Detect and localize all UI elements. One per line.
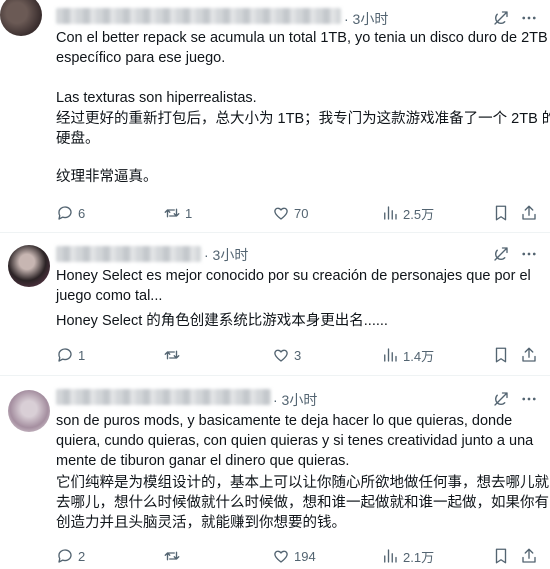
action-bar: 6 1 70 2.5万 (56, 203, 544, 223)
reply-count: 1 (78, 347, 86, 363)
repost-icon (164, 350, 180, 360)
text-line: 经过更好的重新打包后，总大小为 1TB；我专门为这款游戏准备了一个 2TB 的 (56, 111, 550, 127)
like-button[interactable]: 194 (272, 546, 316, 566)
text-line: Con el better repack se acumula un total… (56, 30, 548, 46)
share-button[interactable] (520, 345, 542, 365)
views-icon (384, 348, 397, 362)
avatar[interactable] (0, 0, 42, 36)
reply-icon (58, 348, 72, 362)
post-text-spanish: Con el better repack se acumula un total… (56, 28, 548, 68)
reply-button[interactable]: 1 (56, 345, 85, 365)
bookmark-button[interactable] (492, 546, 514, 566)
text-line: 它们纯粹是为模组设计的，基本上可以让你随心所欲地做任何事，想去哪儿就 (56, 475, 549, 491)
text-line: 去哪儿，想什么时候做就什么时候做，想和谁一起做就和谁一起做，如果你有 (56, 495, 549, 511)
repost-button[interactable]: 1 (163, 203, 192, 223)
post-text-spanish: Las texturas son hiperrealistas. (56, 88, 540, 108)
reply-count: 2 (78, 548, 86, 564)
text-line: 纹理非常逼真。 (56, 169, 158, 185)
reply-button[interactable]: 6 (56, 203, 85, 223)
views-button[interactable]: 2.5万 (381, 203, 434, 223)
repost-button[interactable] (163, 546, 185, 566)
avatar[interactable] (8, 390, 50, 432)
like-count: 194 (294, 548, 316, 564)
reply-icon (58, 549, 72, 563)
post-text-spanish: son de puros mods, y basicamente te deja… (56, 411, 540, 471)
blurred-username[interactable] (56, 8, 341, 24)
bookmark-icon (495, 347, 507, 363)
like-button[interactable]: 70 (272, 203, 308, 223)
text-line: son de puros mods, y basicamente te deja… (56, 413, 513, 429)
heart-icon (274, 207, 288, 220)
post-text-translation: Honey Select 的角色创建系统比游戏本身更出名...... (56, 311, 540, 331)
text-line: Las texturas son hiperrealistas. (56, 90, 257, 106)
post-time[interactable]: · 3小时 (273, 390, 317, 410)
views-icon (384, 549, 397, 563)
like-count: 70 (294, 205, 309, 221)
more-icon[interactable] (520, 245, 538, 263)
share-icon (522, 347, 536, 362)
like-count: 3 (294, 347, 302, 363)
text-line: mente de tiburon ganar el dinero que qui… (56, 453, 350, 469)
bookmark-button[interactable] (492, 345, 514, 365)
blurred-username[interactable] (56, 389, 271, 405)
blurred-username[interactable] (56, 246, 201, 262)
post[interactable]: · 3小时 son de puros mods, y basicamente t… (0, 376, 550, 569)
text-line: Honey Select es mejor conocido por su cr… (56, 268, 531, 284)
share-icon (522, 205, 536, 220)
grok-icon[interactable] (492, 9, 510, 27)
repost-count: 1 (185, 205, 193, 221)
action-bar: 2 194 2.1万 (56, 546, 544, 566)
post-text-translation: 它们纯粹是为模组设计的，基本上可以让你随心所欲地做任何事，想去哪儿就 去哪儿，想… (56, 473, 549, 533)
repost-icon (164, 208, 180, 218)
heart-icon (274, 550, 288, 563)
share-icon (522, 548, 536, 563)
heart-icon (274, 349, 288, 362)
post-text-translation: 纹理非常逼真。 (56, 167, 540, 187)
post-time[interactable]: · 3小时 (344, 9, 388, 29)
views-button[interactable]: 1.4万 (381, 345, 434, 365)
share-button[interactable] (520, 546, 542, 566)
bookmark-icon (495, 548, 507, 564)
more-icon[interactable] (520, 9, 538, 27)
grok-icon[interactable] (492, 390, 510, 408)
bookmark-icon (495, 205, 507, 221)
post-text-translation: 经过更好的重新打包后，总大小为 1TB；我专门为这款游戏准备了一个 2TB 的 … (56, 109, 550, 149)
action-bar: 1 3 1.4万 (56, 345, 544, 365)
views-button[interactable]: 2.1万 (381, 546, 434, 566)
views-count: 2.5万 (403, 206, 435, 222)
post-time[interactable]: · 3小时 (204, 245, 248, 265)
reply-icon (58, 206, 72, 220)
post[interactable]: · 3小时 Con el better repack se acumula un… (0, 0, 550, 233)
views-count: 2.1万 (403, 549, 435, 565)
bookmark-button[interactable] (492, 203, 514, 223)
views-icon (384, 206, 397, 220)
reply-count: 6 (78, 205, 86, 221)
grok-icon[interactable] (492, 245, 510, 263)
text-line: quiera, cundo quieras, con quien quieras… (56, 433, 534, 449)
like-button[interactable]: 3 (272, 345, 301, 365)
text-line: específico para ese juego. (56, 50, 226, 66)
repost-icon (164, 551, 180, 561)
views-count: 1.4万 (403, 348, 435, 364)
post[interactable]: · 3小时 Honey Select es mejor conocido por… (0, 233, 550, 376)
share-button[interactable] (520, 203, 542, 223)
repost-button[interactable] (163, 345, 185, 365)
avatar[interactable] (8, 245, 50, 287)
text-line: 硬盘。 (56, 131, 100, 147)
more-icon[interactable] (520, 390, 538, 408)
text-line: Honey Select 的角色创建系统比游戏本身更出名...... (56, 313, 388, 329)
text-line: juego como tal... (56, 288, 163, 304)
post-text-spanish: Honey Select es mejor conocido por su cr… (56, 266, 540, 306)
reply-button[interactable]: 2 (56, 546, 85, 566)
text-line: 创造力并且头脑灵活，就能赚到你想要的钱。 (56, 515, 346, 531)
